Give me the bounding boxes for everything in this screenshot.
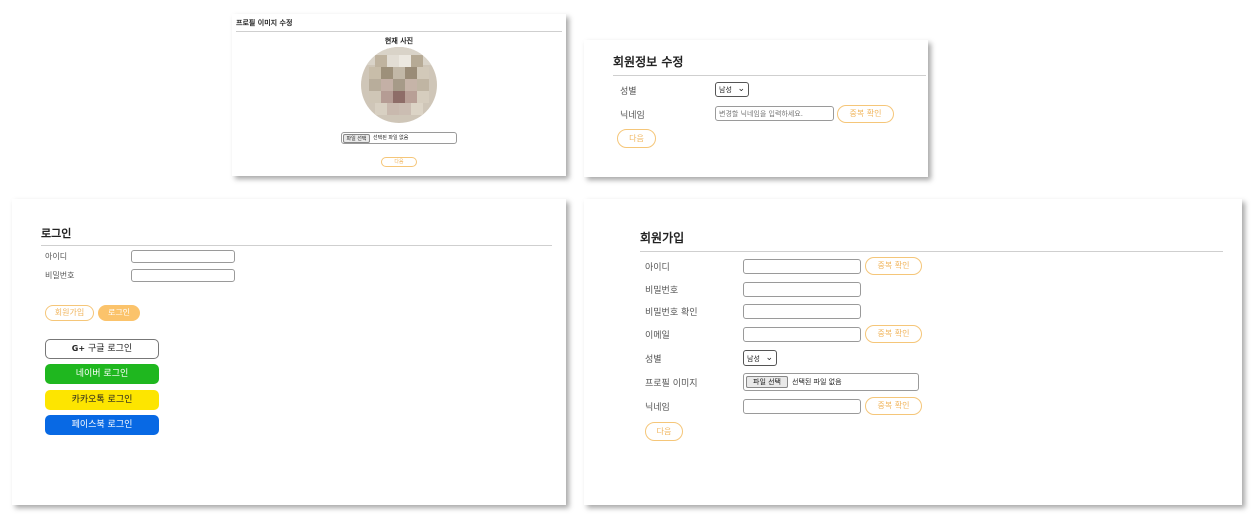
google-login-button[interactable]: G+ 구글 로그인	[45, 339, 159, 359]
signup-gender-value: 남성	[747, 355, 760, 363]
member-edit-nickname-input[interactable]: 변경할 닉네임을 입력하세요.	[715, 106, 834, 121]
signup-profile-file-input[interactable]: 파일 선택 선택된 파일 없음	[743, 373, 919, 391]
signup-profile-image-label: 프로필 이미지	[645, 379, 698, 389]
member-edit-gender-label: 성별	[620, 87, 637, 97]
chevron-down-icon: ⌄	[765, 353, 773, 363]
member-edit-dup-check-button[interactable]: 중복 확인	[837, 105, 894, 123]
member-edit-next-button[interactable]: 다음	[617, 129, 656, 148]
current-photo-label: 현재 사진	[384, 37, 414, 45]
member-edit-title: 회원정보 수정	[613, 53, 926, 76]
login-password-label: 비밀번호	[45, 271, 75, 280]
signup-id-dup-check-button[interactable]: 중복 확인	[865, 257, 922, 275]
signup-password-confirm-input[interactable]	[743, 304, 861, 319]
signup-file-status: 선택된 파일 없음	[792, 378, 842, 386]
login-title: 로그인	[41, 225, 552, 246]
profile-image-edit-panel: 프로필 이미지 수정 현재 사진 파일 선택 선택된 파일 없음 다음	[232, 14, 566, 176]
facebook-login-button[interactable]: 페이스북 로그인	[45, 415, 159, 435]
signup-email-input[interactable]	[743, 327, 861, 342]
login-id-input[interactable]	[131, 250, 235, 263]
member-edit-gender-select[interactable]: 남성 ⌄	[715, 82, 749, 97]
profile-next-button[interactable]: 다음	[381, 157, 417, 167]
signup-nickname-label: 닉네임	[645, 403, 670, 413]
signup-title: 회원가입	[640, 229, 1223, 252]
current-profile-photo	[361, 47, 437, 123]
google-login-label: 구글 로그인	[87, 344, 133, 354]
signup-id-input[interactable]	[743, 259, 861, 274]
member-edit-nickname-label: 닉네임	[620, 111, 645, 121]
login-signup-button[interactable]: 회원가입	[45, 305, 94, 321]
profile-edit-title: 프로필 이미지 수정	[236, 18, 562, 32]
signup-nickname-input[interactable]	[743, 399, 861, 414]
login-submit-button[interactable]: 로그인	[98, 305, 140, 321]
member-edit-nickname-placeholder: 변경할 닉네임을 입력하세요.	[719, 110, 803, 118]
profile-file-input[interactable]: 파일 선택 선택된 파일 없음	[341, 132, 457, 144]
signup-email-label: 이메일	[645, 331, 670, 341]
signup-password-confirm-label: 비밀번호 확인	[645, 308, 698, 318]
kakao-login-button[interactable]: 카카오톡 로그인	[45, 390, 159, 410]
signup-gender-label: 성별	[645, 355, 662, 365]
signup-gender-select[interactable]: 남성 ⌄	[743, 350, 777, 366]
profile-file-select-button[interactable]: 파일 선택	[343, 134, 370, 143]
signup-email-dup-check-button[interactable]: 중복 확인	[865, 325, 922, 343]
signup-nickname-dup-check-button[interactable]: 중복 확인	[865, 397, 922, 415]
signup-file-select-button[interactable]: 파일 선택	[746, 376, 788, 388]
naver-login-button[interactable]: 네이버 로그인	[45, 364, 159, 384]
signup-password-label: 비밀번호	[645, 286, 679, 296]
signup-panel: 회원가입 아이디 중복 확인 비밀번호 비밀번호 확인 이메일 중복 확인 성별…	[584, 199, 1242, 505]
chevron-down-icon: ⌄	[737, 84, 745, 94]
google-icon: G+	[71, 344, 86, 353]
profile-file-status: 선택된 파일 없음	[373, 135, 409, 141]
login-id-label: 아이디	[45, 252, 68, 261]
member-edit-panel: 회원정보 수정 성별 남성 ⌄ 닉네임 변경할 닉네임을 입력하세요. 중복 확…	[584, 40, 928, 177]
signup-password-input[interactable]	[743, 282, 861, 297]
login-panel: 로그인 아이디 비밀번호 회원가입 로그인 G+ 구글 로그인 네이버 로그인 …	[12, 199, 566, 505]
member-edit-gender-value: 남성	[719, 86, 732, 94]
login-password-input[interactable]	[131, 269, 235, 282]
signup-next-button[interactable]: 다음	[645, 422, 683, 441]
signup-id-label: 아이디	[645, 263, 670, 273]
